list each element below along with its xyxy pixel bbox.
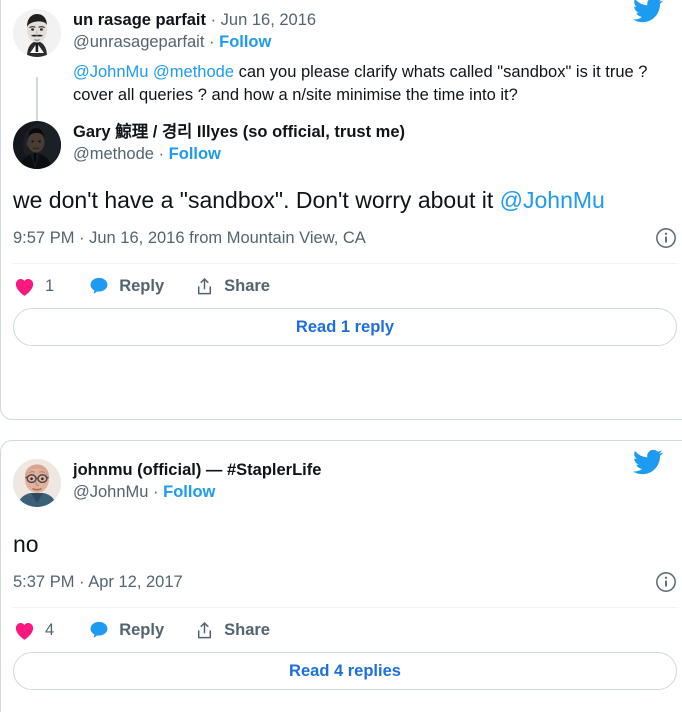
author-name-row: Gary 鯨理 / 경리 Illyes (so official, trust … bbox=[73, 122, 405, 143]
share-label: Share bbox=[224, 620, 270, 639]
author-follow-link[interactable]: Follow bbox=[169, 145, 221, 163]
tweet2-timestamp[interactable]: 5:37 PM · Apr 12, 2017 bbox=[13, 573, 183, 592]
tweet2-handle-row: @JohnMu · Follow bbox=[73, 481, 321, 503]
author-handle-row: @methode · Follow bbox=[73, 143, 405, 165]
share-label: Share bbox=[224, 276, 270, 295]
tweet2-display-name[interactable]: johnmu (official) — #StaplerLife bbox=[73, 461, 321, 479]
mention-methode[interactable]: @methode bbox=[153, 63, 234, 81]
quoted-date[interactable]: Jun 16, 2016 bbox=[221, 11, 316, 29]
tweet-timestamp[interactable]: 9:57 PM · Jun 16, 2016 from Mountain Vie… bbox=[13, 229, 366, 248]
tweet2-body-text: no bbox=[13, 531, 39, 557]
tweet2-author-header[interactable]: johnmu (official) — #StaplerLife @JohnMu… bbox=[13, 441, 682, 507]
twitter-bird-icon[interactable] bbox=[631, 0, 665, 25]
like-button[interactable]: 1 bbox=[13, 275, 54, 298]
tweet2-handle-separator: · bbox=[153, 483, 159, 501]
avatar-unrasageparfait[interactable] bbox=[13, 9, 61, 57]
tweet-timestamp-row: 9:57 PM · Jun 16, 2016 from Mountain Vie… bbox=[13, 227, 682, 249]
tweet-body-plain: we don't have a "sandbox". Don't worry a… bbox=[13, 187, 500, 213]
avatar-johnmu[interactable] bbox=[13, 459, 61, 507]
tweet-author-header[interactable]: Gary 鯨理 / 경리 Illyes (so official, trust … bbox=[13, 121, 682, 169]
avatar-methode[interactable] bbox=[13, 121, 61, 169]
tweet2-handle[interactable]: @JohnMu bbox=[73, 483, 148, 501]
share-icon bbox=[194, 276, 215, 297]
quoted-name-row: un rasage parfait · Jun 16, 2016 bbox=[73, 10, 316, 31]
reply-button[interactable]: Reply bbox=[88, 275, 164, 297]
twitter-bird-icon[interactable] bbox=[631, 447, 665, 477]
quoted-handle-separator: · bbox=[209, 33, 215, 51]
info-circle-icon[interactable] bbox=[655, 227, 677, 249]
quoted-handle-row: @unrasageparfait · Follow bbox=[73, 31, 316, 53]
quoted-handle[interactable]: @unrasageparfait bbox=[73, 33, 204, 51]
tweet-body-text: we don't have a "sandbox". Don't worry a… bbox=[13, 185, 682, 215]
like-count: 1 bbox=[45, 276, 55, 295]
like-icon bbox=[13, 619, 36, 642]
tweet2-action-bar: 4 Reply Share bbox=[13, 608, 682, 652]
tweet-card-sandbox[interactable]: un rasage parfait · Jun 16, 2016 @unrasa… bbox=[0, 0, 682, 420]
tweet-action-bar: 1 Reply Share bbox=[13, 264, 682, 308]
quoted-tweet-header[interactable]: un rasage parfait · Jun 16, 2016 @unrasa… bbox=[13, 0, 682, 57]
read-replies-button[interactable]: Read 4 replies bbox=[13, 652, 677, 690]
tweet-card-no[interactable]: johnmu (official) — #StaplerLife @JohnMu… bbox=[0, 440, 682, 712]
author-display-name[interactable]: Gary 鯨理 / 경리 Illyes (so official, trust … bbox=[73, 123, 405, 141]
info-circle-icon[interactable] bbox=[655, 571, 677, 593]
share-icon bbox=[194, 620, 215, 641]
quoted-tweet-body: @JohnMu @methode can you please clarify … bbox=[73, 61, 682, 107]
thread-connector-line bbox=[36, 77, 38, 125]
share-button[interactable]: Share bbox=[194, 620, 270, 641]
reply-label: Reply bbox=[119, 276, 165, 295]
twitter-embed-container: un rasage parfait · Jun 16, 2016 @unrasa… bbox=[0, 0, 682, 712]
like-count: 4 bbox=[45, 620, 55, 639]
tweet2-name-row: johnmu (official) — #StaplerLife bbox=[73, 460, 321, 481]
reply-icon bbox=[88, 275, 110, 297]
reply-button[interactable]: Reply bbox=[88, 619, 164, 641]
mention-johnmu[interactable]: @JohnMu bbox=[73, 63, 148, 81]
reply-icon bbox=[88, 619, 110, 641]
tweet2-follow-link[interactable]: Follow bbox=[163, 483, 215, 501]
quoted-display-name[interactable]: un rasage parfait bbox=[73, 11, 206, 29]
tweet2-timestamp-row: 5:37 PM · Apr 12, 2017 bbox=[13, 571, 682, 593]
quoted-follow-link[interactable]: Follow bbox=[219, 33, 271, 51]
like-button[interactable]: 4 bbox=[13, 619, 54, 642]
like-icon bbox=[13, 275, 36, 298]
share-button[interactable]: Share bbox=[194, 276, 270, 297]
reply-label: Reply bbox=[119, 620, 165, 639]
author-handle[interactable]: @methode bbox=[73, 145, 154, 163]
mention-johnmu-body[interactable]: @JohnMu bbox=[500, 187, 605, 213]
read-replies-button[interactable]: Read 1 reply bbox=[13, 308, 677, 346]
